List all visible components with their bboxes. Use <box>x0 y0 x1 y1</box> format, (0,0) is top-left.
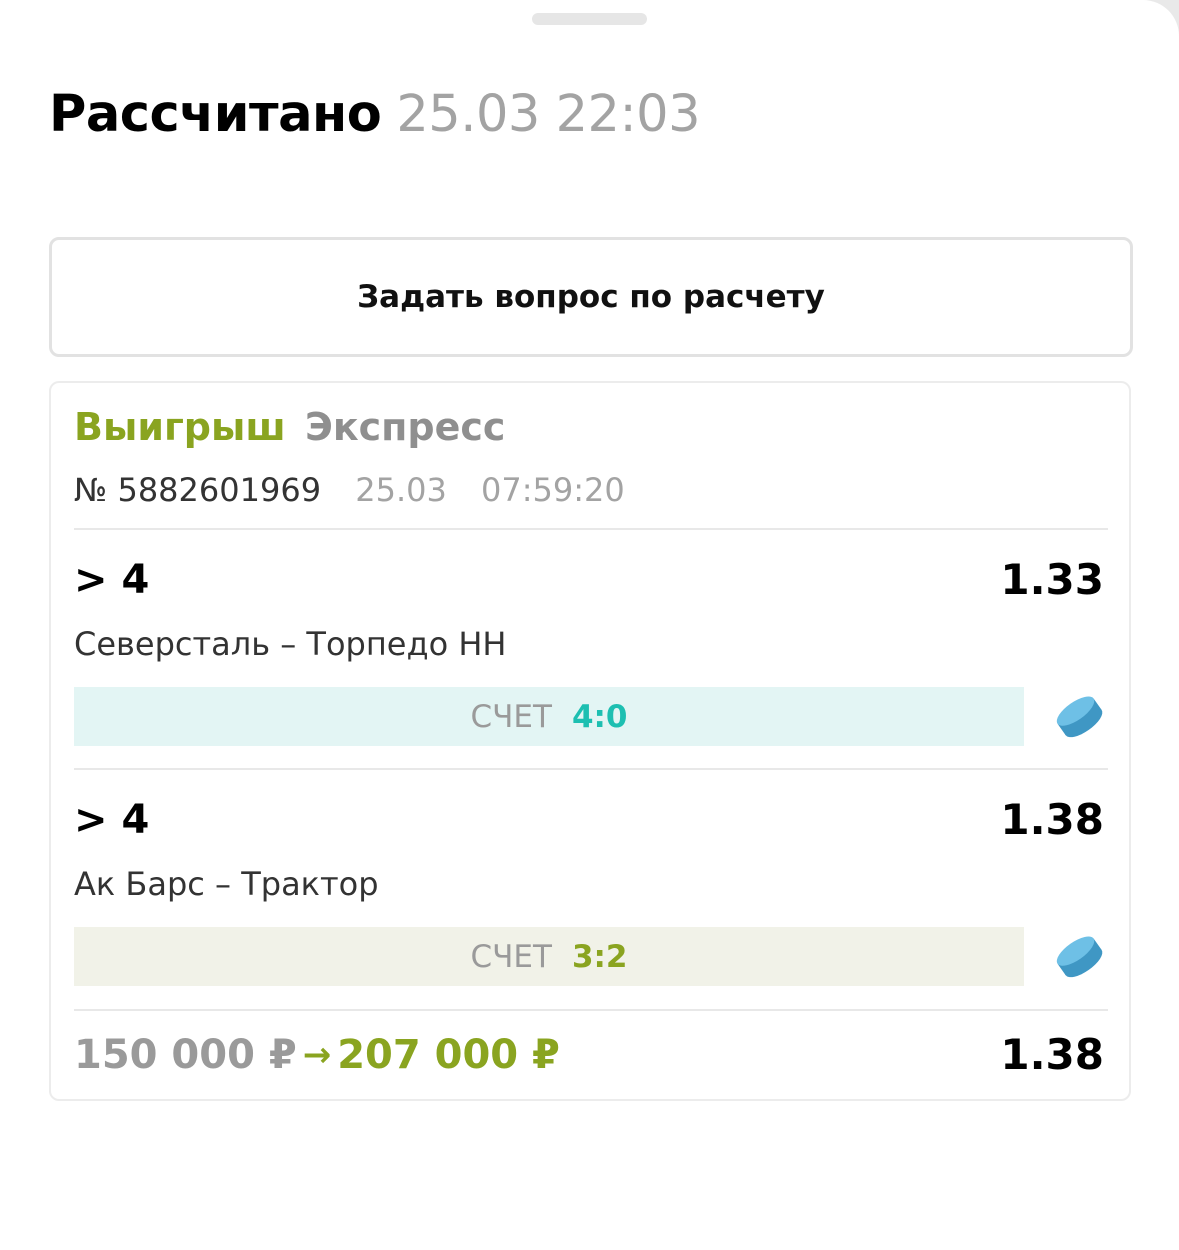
hockey-puck-icon <box>1056 696 1103 738</box>
stake-amount: 150 000 ₽ <box>74 1032 297 1078</box>
bet-time: 07:59:20 <box>481 471 625 509</box>
divider <box>74 768 1108 770</box>
bet-date: 25.03 <box>355 471 447 509</box>
selection-odds: 1.38 <box>1000 795 1104 844</box>
bet-meta: № 5882601969 25.03 07:59:20 <box>74 470 625 510</box>
bet-status: Выигрыш <box>74 405 286 449</box>
selection-market: > 4 <box>74 797 150 843</box>
bet-number: № 5882601969 <box>74 471 322 509</box>
score-value: 4:0 <box>571 698 628 735</box>
ask-settlement-question-button[interactable]: Задать вопрос по расчету <box>49 237 1133 357</box>
score-label: СЧЕТ <box>470 698 552 735</box>
sheet-header: Рассчитано 25.03 22:03 <box>49 82 701 152</box>
score-bar: СЧЕТ 4:0 <box>74 687 1024 746</box>
page-title: Рассчитано <box>49 85 382 144</box>
bet-summary-amounts: 150 000 ₽ → 207 000 ₽ <box>74 1031 560 1079</box>
bet-type: Экспресс <box>304 405 506 449</box>
selection-market: > 4 <box>74 557 150 603</box>
hockey-puck-icon <box>1056 936 1103 978</box>
divider <box>74 1009 1108 1011</box>
payout-amount: 207 000 ₽ <box>337 1032 560 1078</box>
arrow-right-icon: → <box>302 1035 332 1075</box>
selection-event: Северсталь – Торпедо НН <box>74 625 507 663</box>
settlement-datetime: 25.03 22:03 <box>396 85 701 144</box>
score-label: СЧЕТ <box>470 938 552 975</box>
bottom-sheet: Рассчитано 25.03 22:03 Задать вопрос по … <box>0 0 1179 1250</box>
bet-card-header: Выигрыш Экспресс <box>74 403 505 451</box>
sheet-grabber-handle[interactable] <box>532 13 647 25</box>
divider <box>74 528 1108 530</box>
total-odds: 1.38 <box>1000 1030 1104 1079</box>
score-bar: СЧЕТ 3:2 <box>74 927 1024 986</box>
selection-odds: 1.33 <box>1000 555 1104 604</box>
bet-card: Выигрыш Экспресс № 5882601969 25.03 07:5… <box>49 381 1131 1101</box>
selection-event: Ак Барс – Трактор <box>74 865 379 903</box>
score-value: 3:2 <box>571 938 628 975</box>
